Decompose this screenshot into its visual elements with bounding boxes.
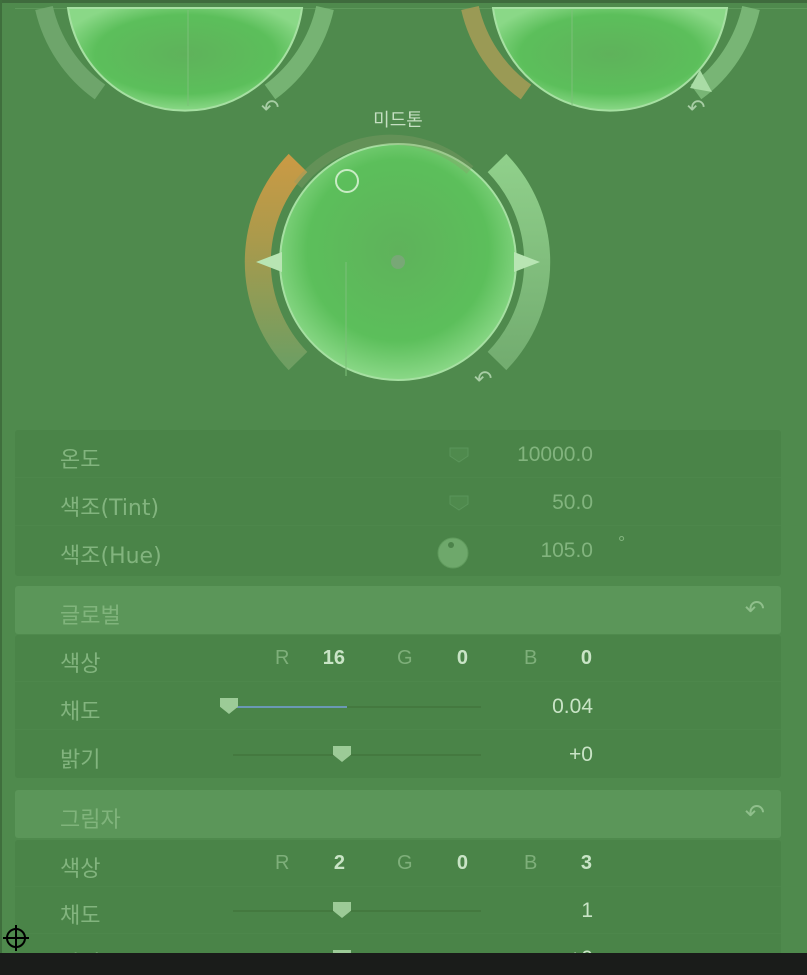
global-brightness-label: 밝기 [60, 748, 101, 773]
global-brightness-row: 밝기 +0 [15, 731, 781, 778]
tint-slider-thumb[interactable] [449, 495, 469, 511]
tint-label: 색조(Tint) [60, 496, 160, 521]
global-b-value[interactable]: 0 [552, 647, 592, 670]
shadows-color-label: 색상 [60, 857, 101, 882]
global-brightness-track[interactable] [233, 754, 481, 756]
temperature-label: 온도 [60, 448, 101, 473]
midtones-wheel[interactable] [244, 134, 551, 381]
global-saturation-thumb[interactable] [220, 698, 238, 714]
shadows-title: 그림자 [60, 808, 121, 833]
temperature-row: 온도 10000.0 [15, 431, 781, 478]
temperature-slider-thumb[interactable] [449, 447, 469, 463]
global-brightness-value[interactable]: +0 [569, 743, 593, 767]
global-color-label: 색상 [60, 652, 101, 677]
global-saturation-fill [227, 706, 347, 708]
shadows-saturation-row: 채도 1 [15, 887, 781, 934]
global-brightness-thumb[interactable] [333, 746, 351, 762]
shadows-saturation-thumb[interactable] [333, 902, 351, 918]
shadows-b-key: B [524, 852, 538, 874]
temperature-value[interactable]: 10000.0 [517, 443, 593, 467]
midtones-center-dot [391, 255, 405, 269]
global-g-value[interactable]: 0 [428, 647, 468, 670]
global-color-row: 색상 R 16 G 0 B 0 [15, 635, 781, 682]
shadows-reset-icon[interactable]: ↶ [261, 98, 279, 120]
global-r-value[interactable]: 16 [305, 647, 345, 670]
tint-row: 색조(Tint) 50.0 [15, 479, 781, 526]
shadows-r-value[interactable]: 2 [305, 852, 345, 875]
highlights-reset-icon[interactable]: ↶ [687, 98, 705, 120]
shadows-color-row: 색상 R 2 G 0 B 3 [15, 840, 781, 887]
highlights-wheel[interactable] [461, 5, 760, 112]
tint-value[interactable]: 50.0 [552, 491, 593, 515]
bottom-bar [0, 953, 807, 975]
global-title: 글로벌 [60, 604, 121, 629]
global-b-key: B [524, 647, 538, 669]
global-r-key: R [275, 647, 290, 669]
hue-unit: ° [618, 533, 626, 553]
shadows-r-key: R [275, 852, 290, 874]
global-saturation-value[interactable]: 0.04 [552, 695, 593, 719]
hue-row: 색조(Hue) 105.0 ° [15, 527, 781, 574]
hue-label: 색조(Hue) [60, 544, 162, 569]
shadows-g-value[interactable]: 0 [428, 852, 468, 875]
global-saturation-track[interactable] [227, 706, 481, 708]
midtones-label: 미드톤 [373, 110, 423, 131]
hue-dial[interactable] [436, 536, 470, 570]
shadows-section-header[interactable]: 그림자 ↶ [15, 790, 781, 838]
shadows-saturation-label: 채도 [60, 904, 101, 929]
shadows-saturation-value[interactable]: 1 [581, 899, 593, 923]
shadows-b-value[interactable]: 3 [552, 852, 592, 875]
shadows-saturation-track[interactable] [233, 910, 481, 912]
color-wheels-area [35, 5, 760, 381]
global-saturation-label: 채도 [60, 700, 101, 725]
shadows-g-key: G [397, 852, 413, 874]
global-section-header[interactable]: 글로벌 ↶ [15, 586, 781, 634]
shadows-wheel[interactable] [35, 5, 334, 112]
midtones-reset-icon[interactable]: ↶ [474, 369, 492, 391]
global-g-key: G [397, 647, 413, 669]
shadows-section-reset-icon[interactable]: ↶ [745, 799, 765, 827]
global-saturation-row: 채도 0.04 [15, 683, 781, 730]
global-reset-icon[interactable]: ↶ [745, 595, 765, 623]
crosshair-cursor-icon [3, 925, 29, 951]
hue-value[interactable]: 105.0 [540, 539, 593, 563]
